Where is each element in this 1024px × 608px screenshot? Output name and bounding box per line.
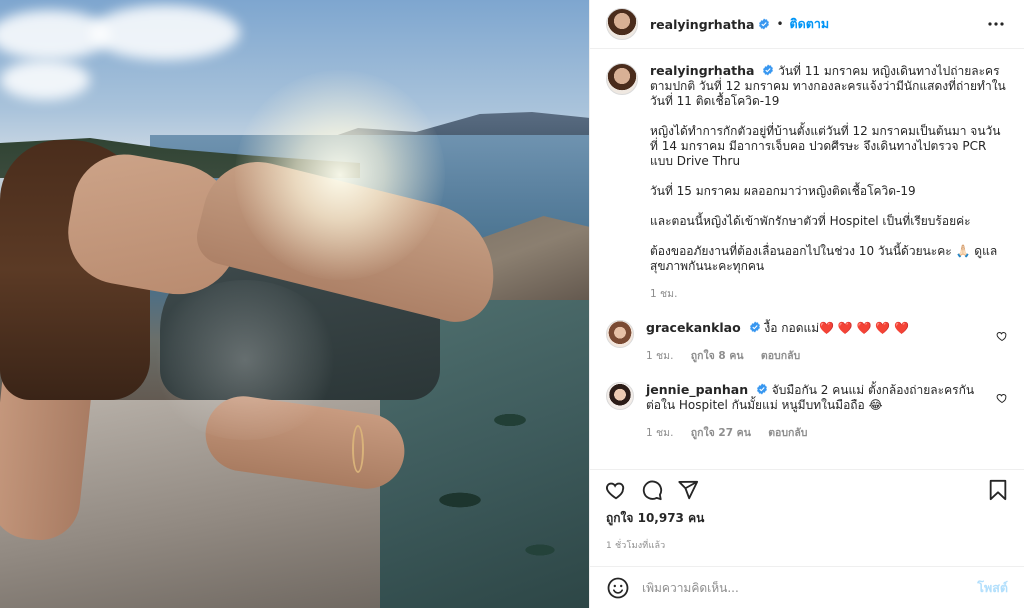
cloud <box>0 60 90 100</box>
save-button[interactable] <box>986 478 1010 502</box>
separator: • <box>776 17 784 31</box>
comment-likes[interactable]: ถูกใจ 8 คน <box>691 350 744 362</box>
lens-flare <box>150 280 340 440</box>
caption-text: ต้องขออภัยงานที่ต้องเลื่อนออกไปในช่วง 10… <box>650 244 998 273</box>
comment-time[interactable]: 1 ชม. <box>646 350 673 362</box>
reply-button[interactable]: ตอบกลับ <box>768 427 807 439</box>
caption: realyingrhatha วันที่ 11 มกราคม หญิงเดิน… <box>606 63 1008 302</box>
comment-input[interactable] <box>642 580 978 595</box>
comment-username[interactable]: jennie_panhan <box>646 382 748 397</box>
comment-body: jennie_panhan จับมือกัน 2 คนแม่ ตั้งกล้อ… <box>646 382 1008 441</box>
comment-time[interactable]: 1 ชม. <box>646 427 673 439</box>
heart-icon <box>606 482 625 499</box>
follow-button[interactable]: ติดตาม <box>790 14 830 34</box>
comment-item: jennie_panhan จับมือกัน 2 คนแม่ ตั้งกล้อ… <box>606 382 1008 441</box>
bracelet <box>352 425 364 473</box>
author-avatar[interactable] <box>606 8 638 40</box>
post-modal: realyingrhatha • ติดตาม realyingrhatha ว… <box>0 0 1024 608</box>
caption-text: และตอนนี้หญิงได้เข้าพักรักษาตัวที่ Hospi… <box>650 214 971 228</box>
caption-username[interactable]: realyingrhatha <box>650 63 754 78</box>
author-username[interactable]: realyingrhatha <box>650 17 754 32</box>
post-timestamp[interactable]: 1 ชั่วโมงที่แล้ว <box>590 528 1024 552</box>
caption-text: วันที่ 15 มกราคม ผลออกมาว่าหญิงติดเชื้อโ… <box>650 184 916 198</box>
post-footer: ถูกใจ 10,973 คน 1 ชั่วโมงที่แล้ว <box>590 469 1024 552</box>
post-comment-button[interactable]: โพสต์ <box>977 578 1008 598</box>
comment-body: gracekanklao งื้อ กอดแม่❤️ ❤️ ❤️ ❤️ ❤️ 1… <box>646 320 1008 364</box>
comment-icon <box>642 480 663 500</box>
commenter-avatar[interactable] <box>606 382 634 410</box>
like-button[interactable] <box>604 478 628 502</box>
caption-time[interactable]: 1 ชม. <box>650 288 677 300</box>
emoji-icon[interactable] <box>606 576 630 600</box>
comment-meta: 1 ชม. ถูกใจ 8 คน ตอบกลับ <box>646 349 988 364</box>
bookmark-icon <box>989 479 1007 500</box>
post-header: realyingrhatha • ติดตาม <box>590 0 1024 49</box>
share-icon <box>678 480 699 499</box>
post-photo[interactable] <box>0 0 589 608</box>
caption-text: หญิงได้ทำการกักตัวอยู่ที่บ้านตั้งแต่วันท… <box>650 124 1001 168</box>
comment-meta: 1 ชม. ถูกใจ 27 คน ตอบกลับ <box>646 426 988 441</box>
verified-badge-icon <box>759 18 770 30</box>
caption-body: realyingrhatha วันที่ 11 มกราคม หญิงเดิน… <box>650 63 1008 302</box>
comment-item: gracekanklao งื้อ กอดแม่❤️ ❤️ ❤️ ❤️ ❤️ 1… <box>606 320 1008 364</box>
more-horizontal-icon <box>988 22 1004 26</box>
sun-glare <box>235 70 445 280</box>
comment-username[interactable]: gracekanklao <box>646 320 741 335</box>
verified-badge-icon <box>756 383 767 395</box>
caption-meta: 1 ชม. <box>650 287 1008 302</box>
verified-badge-icon <box>749 321 760 333</box>
like-comment-heart-icon[interactable] <box>996 330 1008 342</box>
author-avatar[interactable] <box>606 63 638 95</box>
share-button[interactable] <box>676 478 700 502</box>
likes-count[interactable]: ถูกใจ 10,973 คน <box>590 509 1024 528</box>
action-bar <box>590 469 1024 509</box>
commenter-avatar[interactable] <box>606 320 634 348</box>
post-details-panel: realyingrhatha • ติดตาม realyingrhatha ว… <box>589 0 1024 608</box>
comment-button[interactable] <box>640 478 664 502</box>
more-options-button[interactable] <box>984 12 1008 36</box>
cloud <box>90 5 240 60</box>
like-comment-heart-icon[interactable] <box>996 392 1008 404</box>
add-comment-bar: โพสต์ <box>590 566 1024 608</box>
reply-button[interactable]: ตอบกลับ <box>761 350 800 362</box>
comment-text: งื้อ กอดแม่❤️ ❤️ ❤️ ❤️ ❤️ <box>764 321 910 335</box>
verified-badge-icon <box>763 64 774 76</box>
comment-likes[interactable]: ถูกใจ 27 คน <box>691 427 751 439</box>
